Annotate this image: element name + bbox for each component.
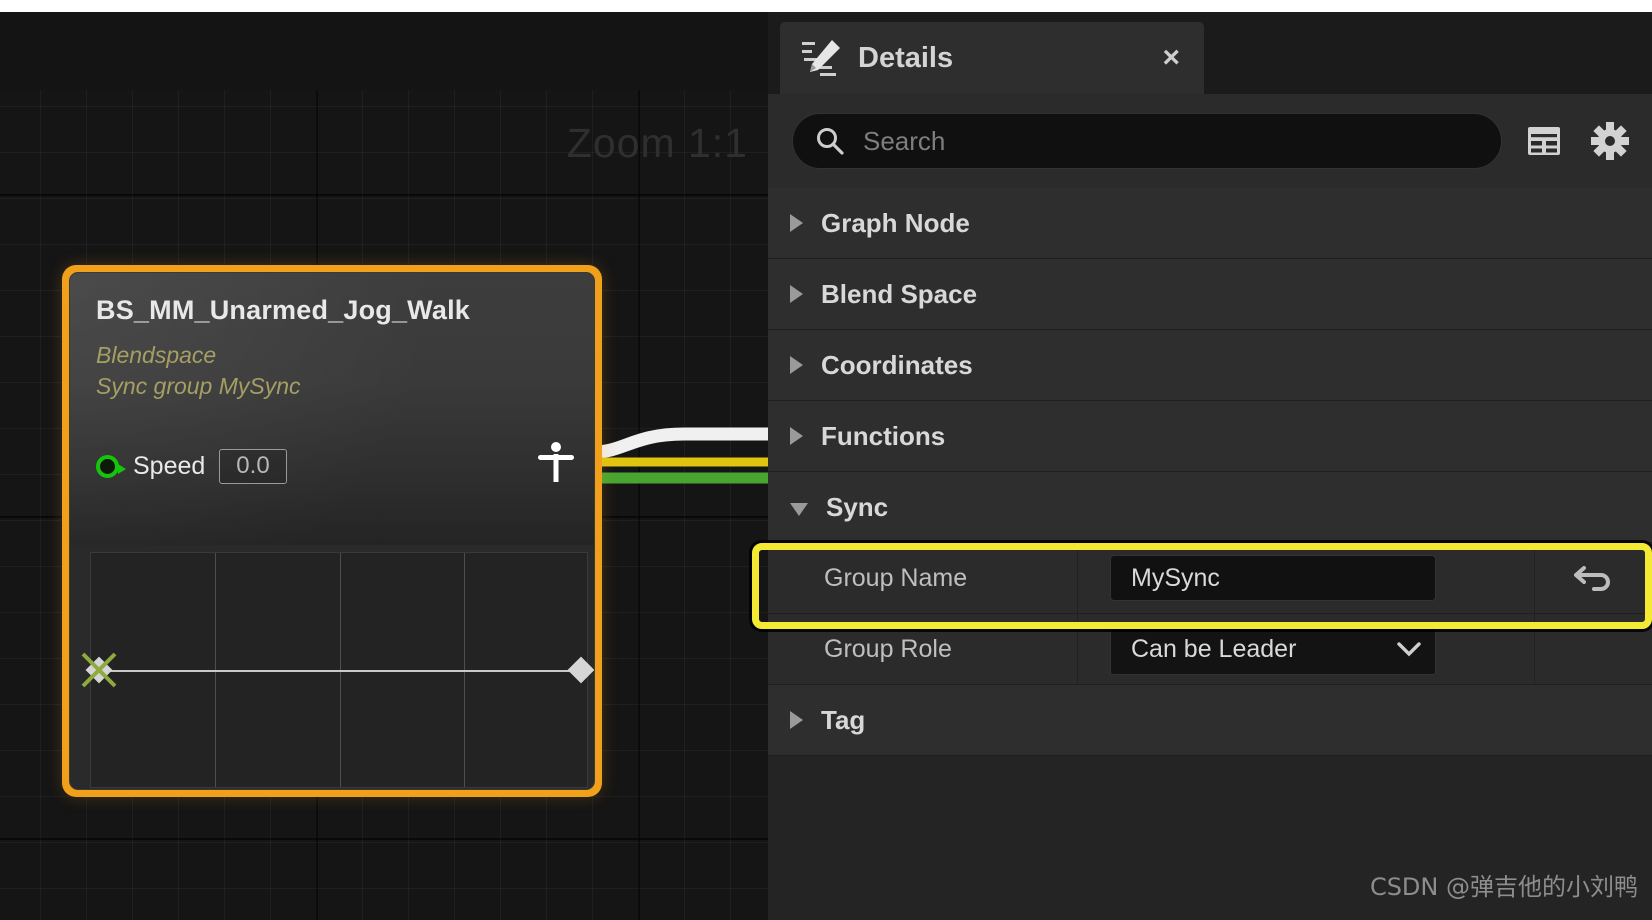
- category-functions[interactable]: Functions: [768, 401, 1652, 472]
- group-role-selected-value: Can be Leader: [1131, 635, 1296, 664]
- category-sync[interactable]: Sync: [768, 472, 1652, 543]
- table-grid-icon[interactable]: [1520, 117, 1568, 165]
- blendspace-node-inner: BS_MM_Unarmed_Jog_Walk Blendspace Sync g…: [69, 272, 595, 790]
- pose-person-icon[interactable]: [536, 441, 576, 483]
- speed-pin-value-field[interactable]: 0.0: [219, 449, 286, 484]
- group-name-input[interactable]: MySync: [1110, 555, 1436, 601]
- property-row-group-role[interactable]: Group Role Can be Leader: [768, 614, 1652, 685]
- category-label: Sync: [826, 492, 888, 523]
- group-role-reset-cell[interactable]: [1534, 614, 1652, 684]
- zoom-level-label: Zoom 1:1: [567, 120, 748, 167]
- category-label: Functions: [821, 421, 945, 452]
- tab-details-label: Details: [858, 42, 953, 75]
- search-input[interactable]: Search: [792, 113, 1502, 169]
- category-graph-node[interactable]: Graph Node: [768, 188, 1652, 259]
- details-pencil-icon: [802, 39, 842, 77]
- category-label: Graph Node: [821, 208, 970, 239]
- search-icon: [815, 126, 845, 156]
- node-subtitle-syncgroup: Sync group MySync: [96, 371, 574, 402]
- group-role-dropdown[interactable]: Can be Leader: [1110, 623, 1436, 675]
- blendspace-node[interactable]: BS_MM_Unarmed_Jog_Walk Blendspace Sync g…: [62, 265, 602, 797]
- property-value-cell: Can be Leader: [1078, 614, 1534, 684]
- chevron-right-icon: [790, 214, 803, 232]
- category-blend-space[interactable]: Blend Space: [768, 259, 1652, 330]
- preview-sample-point[interactable]: [568, 657, 595, 684]
- tab-details[interactable]: Details ×: [780, 22, 1204, 94]
- chevron-right-icon: [790, 427, 803, 445]
- watermark: CSDN @弹吉他的小刘鸭: [1370, 867, 1638, 902]
- node-subtitle: Blendspace Sync group MySync: [96, 340, 574, 403]
- node-input-pin-row[interactable]: Speed 0.0: [96, 449, 287, 484]
- property-row-group-name[interactable]: Group Name MySync: [768, 543, 1652, 614]
- chevron-down-icon: [790, 503, 808, 516]
- animation-graph-canvas[interactable]: Zoom 1:1 BS_MM_Unarmed_Jog_Walk Blendspa…: [0, 12, 812, 920]
- details-search-bar: Search: [768, 94, 1652, 188]
- details-tab-strip: Details ×: [768, 12, 1652, 94]
- property-label: Group Name: [768, 543, 1078, 613]
- category-tag[interactable]: Tag: [768, 685, 1652, 756]
- search-placeholder-text: Search: [863, 126, 945, 157]
- category-coordinates[interactable]: Coordinates: [768, 330, 1652, 401]
- node-header: BS_MM_Unarmed_Jog_Walk Blendspace Sync g…: [70, 273, 594, 545]
- details-panel: Details × Search: [768, 12, 1652, 920]
- reset-arrow-icon: [1572, 561, 1616, 595]
- screenshot-root: Zoom 1:1 BS_MM_Unarmed_Jog_Walk Blendspa…: [0, 0, 1652, 920]
- preview-cursor-icon: [77, 648, 121, 692]
- speed-input-pin-icon[interactable]: [96, 455, 119, 478]
- gear-icon[interactable]: [1586, 117, 1634, 165]
- sync-properties-group: Group Name MySync Group Role: [768, 543, 1652, 685]
- graph-top-band: [0, 12, 812, 90]
- category-label: Coordinates: [821, 350, 973, 381]
- top-white-strip: [0, 0, 1652, 12]
- chevron-down-icon: [1397, 641, 1421, 657]
- speed-pin-label: Speed: [133, 452, 205, 481]
- property-value-cell: MySync: [1078, 543, 1534, 613]
- chevron-right-icon: [790, 285, 803, 303]
- blendspace-preview-graph[interactable]: [90, 552, 588, 788]
- chevron-right-icon: [790, 711, 803, 729]
- node-subtitle-type: Blendspace: [96, 340, 574, 371]
- category-label: Blend Space: [821, 279, 977, 310]
- group-name-reset-button[interactable]: [1534, 543, 1652, 613]
- close-icon[interactable]: ×: [1162, 43, 1180, 73]
- category-label: Tag: [821, 705, 865, 736]
- property-label: Group Role: [768, 614, 1078, 684]
- chevron-right-icon: [790, 356, 803, 374]
- node-title: BS_MM_Unarmed_Jog_Walk: [96, 295, 574, 326]
- details-property-list: Graph Node Blend Space Coordinates Funct…: [768, 188, 1652, 920]
- preview-axis-line: [99, 670, 579, 672]
